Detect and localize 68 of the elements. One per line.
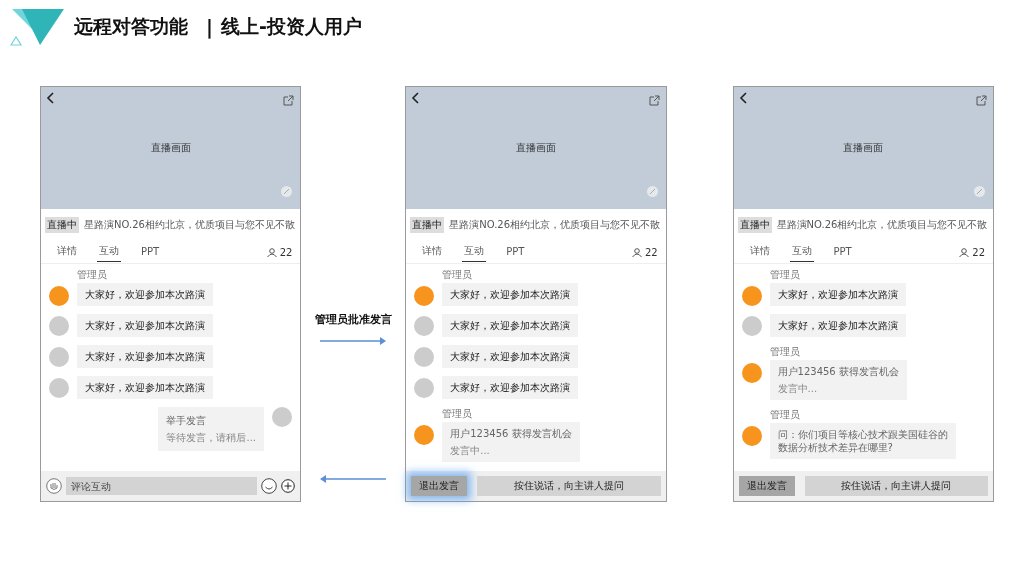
message-text: 大家好，欢迎参加本次路演 <box>777 319 898 332</box>
message-text: 大家好，欢迎参加本次路演 <box>85 288 205 301</box>
page-subtitle: 线上-投资人用户 <box>220 14 362 39</box>
stream-title: 星路演NO.26相约北京，优质项目与您不见不散 <box>776 218 988 232</box>
exit-speaking-button[interactable]: 退出发言 <box>738 476 795 496</box>
live-badge: 直播中 <box>45 217 79 233</box>
author-label: 管理员 <box>442 407 474 421</box>
message-text: 大家好，欢迎参加本次路演 <box>777 288 898 301</box>
stream-title: 星路演NO.26相约北京，优质项目与您不见不散 <box>449 218 661 232</box>
smiley-icon[interactable] <box>261 478 278 494</box>
back-icon[interactable] <box>46 92 54 104</box>
message-text: 用户123456 获得发言机会 <box>450 427 572 440</box>
video-label: 直播画面 <box>150 141 191 155</box>
hand-icon[interactable] <box>46 478 62 494</box>
viewer-count: 22 <box>279 246 293 258</box>
message-text: 发言中... <box>777 382 819 395</box>
back-icon[interactable] <box>738 92 747 104</box>
tab[interactable]: PPT <box>504 243 527 261</box>
arrow <box>320 475 387 483</box>
share-icon[interactable] <box>283 95 295 106</box>
tab[interactable]: 详情 <box>420 242 445 262</box>
comment-field[interactable]: 评论互动 <box>66 477 258 495</box>
hold-to-talk-button[interactable]: 按住说话，向主讲人提问 <box>804 476 988 496</box>
message-text: 大家好，欢迎参加本次路演 <box>450 288 571 301</box>
tab[interactable]: 详情 <box>55 242 79 262</box>
viewer-count: 22 <box>972 246 985 258</box>
message-text: 举手发言 <box>166 414 208 427</box>
tab[interactable]: 互动 <box>789 242 814 262</box>
message-text: 大家好，欢迎参加本次路演 <box>450 381 571 394</box>
plus-icon[interactable] <box>281 479 296 493</box>
message-text: 问：你们项目等核心技术跟美国硅谷的数据分析技术差异在哪里? <box>777 428 948 454</box>
people-icon <box>266 247 277 257</box>
message-text: 发言中... <box>450 444 491 457</box>
author-label: 管理员 <box>442 268 474 282</box>
viewer-count: 22 <box>644 246 658 258</box>
author-label: 管理员 <box>769 268 801 282</box>
live-badge: 直播中 <box>410 217 445 233</box>
tab[interactable]: 详情 <box>747 242 772 262</box>
video-label: 直播画面 <box>843 141 884 155</box>
stream-title: 星路演NO.26相约北京，优质项目与您不见不散 <box>84 218 295 232</box>
logo-icon <box>8 7 66 47</box>
video-label: 直播画面 <box>515 141 556 155</box>
people-icon <box>631 247 642 257</box>
author-label: 管理员 <box>769 408 801 422</box>
people-icon <box>959 247 970 257</box>
exit-speaking-button[interactable]: 退出发言 <box>411 476 468 496</box>
message-text: 大家好，欢迎参加本次路演 <box>85 350 205 363</box>
author-label: 管理员 <box>769 345 801 359</box>
message-text: 大家好，欢迎参加本次路演 <box>450 319 571 332</box>
message-text: 大家好，欢迎参加本次路演 <box>450 350 571 363</box>
title-divider: | <box>206 16 213 38</box>
message-text: 用户123456 获得发言机会 <box>777 365 899 378</box>
arrow <box>320 337 387 345</box>
tab[interactable]: PPT <box>139 243 162 261</box>
arrow-label: 管理员批准发言 <box>314 312 392 327</box>
hold-to-talk-button[interactable]: 按住说话，向主讲人提问 <box>477 476 661 496</box>
live-badge: 直播中 <box>737 217 772 233</box>
tab[interactable]: 互动 <box>97 242 121 262</box>
message-text: 大家好，欢迎参加本次路演 <box>85 319 205 332</box>
tab[interactable]: PPT <box>831 243 854 261</box>
tab[interactable]: 互动 <box>462 242 487 262</box>
message-text: 等待发言，请稍后... <box>166 431 257 444</box>
share-icon[interactable] <box>648 95 660 106</box>
author-label: 管理员 <box>77 268 108 282</box>
page-title: 远程对答功能 <box>74 14 188 39</box>
back-icon[interactable] <box>411 92 420 104</box>
share-icon[interactable] <box>976 95 987 106</box>
message-text: 大家好，欢迎参加本次路演 <box>85 381 205 394</box>
